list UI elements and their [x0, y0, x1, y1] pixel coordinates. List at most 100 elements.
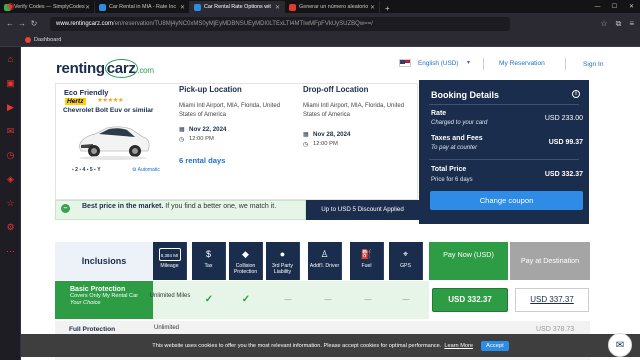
divider [429, 159, 579, 160]
header-divider [565, 58, 566, 70]
seats-count: 2 [75, 167, 78, 173]
my-reservation-link[interactable]: My Reservation [499, 60, 545, 67]
mileage-icon: 8,384 MI [158, 248, 181, 261]
chevron-down-icon[interactable]: ▾ [467, 59, 470, 66]
change-coupon-button[interactable]: Change coupon [430, 191, 583, 210]
bookmark-dashboard[interactable]: Dashboard [25, 37, 61, 43]
dollar-icon: $ [205, 249, 211, 259]
total-label: Total Price [431, 166, 467, 173]
col-tax: $ Tax [192, 242, 226, 280]
pay-destination-price[interactable]: USD 378.73 [536, 326, 574, 333]
best-price-bold: Best price in the market. [82, 203, 164, 210]
close-icon[interactable]: ✕ [180, 4, 185, 11]
logo-text: renting [56, 60, 105, 77]
check-icon: ✓ [204, 294, 214, 305]
browser-tab-bar: Verify Codes — SimplyCodes ✕ Car Rental i… [0, 0, 640, 13]
col-label: 3rd Party Liability [271, 263, 294, 275]
calendar-icon: ▦ [303, 131, 309, 138]
forward-icon[interactable]: → [16, 19, 28, 28]
col-label: Mileage [160, 263, 179, 269]
browser-tab-active[interactable]: Car Rental Rate Options wit ✕ [190, 1, 285, 13]
cookie-banner: This website uses cookies to offer you t… [21, 334, 640, 357]
close-icon[interactable]: ✕ [370, 4, 375, 11]
sidebar-gear-icon[interactable]: ⚙ [0, 215, 21, 239]
browser-tab[interactable]: Generar un número aleatorio ✕ [285, 1, 380, 13]
bags-count: 4 [82, 167, 86, 173]
dash-icon: — [284, 296, 292, 303]
car-image [78, 126, 150, 160]
close-icon[interactable]: ✕ [85, 4, 90, 11]
sidebar-player-icon[interactable]: ▶ [0, 95, 21, 119]
cookie-text: This website uses cookies to offer you t… [152, 342, 442, 349]
driver-icon: ♙ [320, 249, 329, 259]
tab-label: Generar un número aleatorio [299, 4, 369, 10]
bookmark-label: Dashboard [34, 37, 62, 43]
col-label: Tax [204, 263, 213, 269]
site-logo[interactable]: renting carz .com [56, 59, 154, 78]
pay-now-price-button[interactable]: USD 332.37 [432, 288, 508, 312]
sidebar-clock-icon[interactable]: ◷ [0, 143, 21, 167]
logo-carz: carz [104, 59, 138, 78]
learn-more-link[interactable]: Learn More [444, 343, 473, 349]
extensions-icon[interactable]: ⧉ [616, 19, 622, 29]
header-divider [483, 58, 484, 70]
browser-sidebar: ◉ ⌂ ▣ ▶ ✉ ◷ ◈ ☆ ⚙ ⋯ [0, 1, 21, 360]
transmission: ⚙ Automatic [132, 167, 160, 173]
favicon-icon [289, 3, 296, 11]
bag-icon: ▪ [79, 167, 82, 173]
row-title: Basic Protection [70, 286, 126, 293]
col-mileage: 8,384 MI Mileage [153, 242, 187, 280]
inclusions-header: Inclusions [55, 242, 153, 280]
col-driver: ♙ Addt'l. Driver [308, 242, 342, 280]
taxes-label: Taxes and Fees [431, 135, 483, 142]
rate-label: Rate [431, 110, 447, 117]
tab-label: Verify Codes — SimplyCodes [14, 4, 85, 10]
reload-icon[interactable]: ↻ [28, 19, 40, 28]
fuel-icon: ⛽ [360, 249, 373, 259]
window-controls: — ☐ ✕ [589, 1, 640, 13]
mileage-value: Unlimited [154, 325, 180, 331]
sidebar-home-icon[interactable]: ⌂ [0, 47, 21, 71]
pay-destination-price-button[interactable]: USD 337.37 [515, 288, 589, 312]
accept-cookies-button[interactable]: Accept [480, 340, 509, 351]
dash-icon: — [364, 296, 372, 303]
address-bar-row: ← → ↻ www.rentingcarz.com/en/reservation… [0, 13, 640, 34]
mileage-cell: Unlimited Miles [150, 281, 191, 319]
col-fuel: ⛽ Fuel [350, 242, 384, 280]
web-page: renting carz .com English (USD) ▾ My Reser… [21, 47, 640, 360]
rate-value: USD 233.00 [544, 115, 583, 122]
browser-logo-icon[interactable]: ◉ [0, 0, 21, 13]
car-model: Chevrolet Bolt Euv or similar [63, 107, 154, 114]
maximize-icon[interactable]: ☐ [606, 1, 623, 13]
url-path: /en/reservation/TU8Mj4yNC0xMS0yMjEyMDBNS… [113, 20, 373, 27]
info-icon[interactable]: i [572, 90, 580, 98]
ac-icon: ▪ [94, 167, 96, 173]
new-tab-button[interactable]: + [380, 4, 395, 13]
sidebar-more-icon[interactable]: ⋯ [0, 239, 21, 263]
clock-icon: ◷ [179, 136, 185, 143]
mileage-value: Unlimited Miles [149, 293, 191, 299]
car-features: ▪ 2 ▪ 4 ▪ 5 ▪ Y [72, 167, 101, 173]
minimize-icon[interactable]: — [589, 1, 606, 13]
best-price-rest: If you find a better one, we match it. [163, 203, 277, 210]
us-flag-icon[interactable] [399, 59, 411, 67]
sidebar-chat-icon[interactable]: ✉ [0, 119, 21, 143]
sidebar-cube-icon[interactable]: ◈ [0, 167, 21, 191]
menu-icon[interactable]: ≡ [629, 19, 634, 29]
col-label: GPS [400, 263, 411, 269]
booking-title: Booking Details [431, 90, 500, 100]
close-icon[interactable]: ✕ [275, 4, 280, 11]
row-sub-italic: Your Choice [70, 300, 101, 306]
url-input[interactable]: www.rentingcarz.com/en/reservation/TU8Mj… [50, 16, 510, 31]
chat-icon[interactable]: ✉ [608, 333, 632, 357]
browser-tab[interactable]: Car Rental in MIA - Rate Inc ✕ [95, 1, 190, 13]
language-selector[interactable]: English (USD) [418, 60, 459, 67]
close-window-icon[interactable]: ✕ [623, 1, 640, 13]
toolbar-icons: ☆ ⧉ ≡ [600, 19, 640, 29]
back-icon[interactable]: ← [4, 19, 16, 28]
pickup-address: Miami Intl Airport, MIA, Florida, United… [179, 103, 281, 118]
sidebar-star-icon[interactable]: ☆ [0, 191, 21, 215]
sign-in-link[interactable]: Sign In [583, 61, 604, 68]
sidebar-store-icon[interactable]: ▣ [0, 71, 21, 95]
bookmark-star-icon[interactable]: ☆ [600, 19, 607, 29]
